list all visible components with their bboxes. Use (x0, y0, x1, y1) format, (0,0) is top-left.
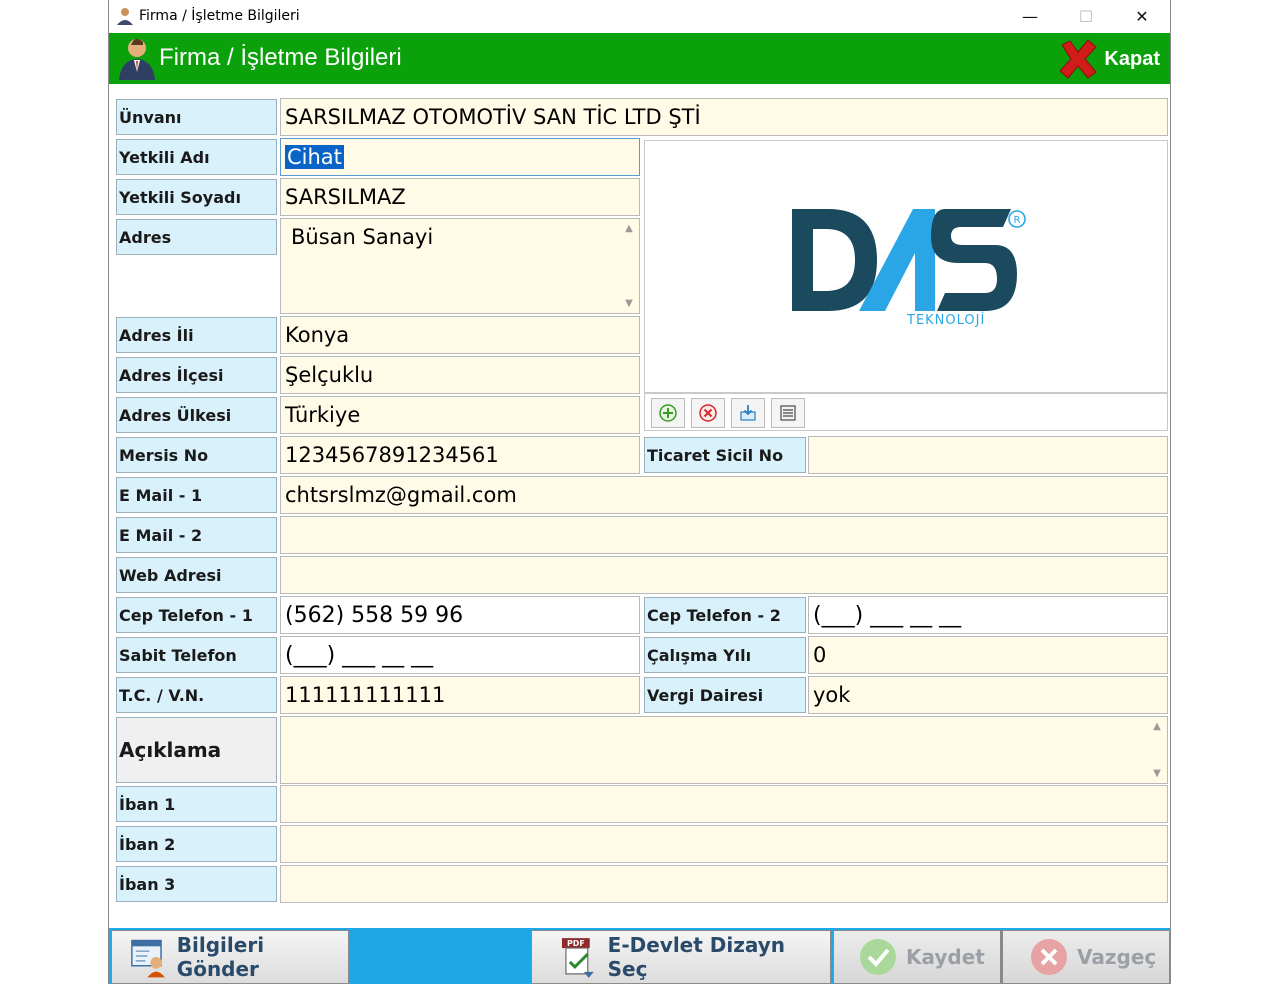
adres-ilcesi-field[interactable]: Şelçuklu (280, 356, 640, 394)
label-aciklama: Açıklama (116, 717, 277, 783)
picture-toolbar (644, 393, 1168, 431)
cep-telefon-1-field[interactable]: (562) 558 59 96 (280, 596, 640, 634)
email-1-field[interactable]: chtsrslmz@gmail.com (280, 476, 1168, 514)
adres-ili-field[interactable]: Konya (280, 316, 640, 354)
yetkili-soyadi-field[interactable]: SARSILMAZ (280, 178, 640, 216)
bilgileri-gonder-button[interactable]: Bilgileri Gönder (111, 930, 349, 984)
header-bar: Firma / İşletme Bilgileri Kapat (109, 33, 1170, 84)
cep-telefon-2-field[interactable]: (___) ___ __ __ (808, 596, 1168, 634)
iban-2-field[interactable] (280, 825, 1168, 863)
label-calisma-yili: Çalışma Yılı (644, 637, 806, 673)
load-icon (740, 405, 756, 421)
label-iban-1: İban 1 (116, 786, 277, 822)
label-iban-2: İban 2 (116, 826, 277, 862)
registered-mark: R (1014, 215, 1021, 226)
businessman-icon (119, 38, 155, 80)
edevlet-dizayn-sec-label: E-Devlet Dizayn Seç (607, 933, 786, 981)
sabit-telefon-field[interactable]: (___) ___ __ __ (280, 636, 640, 674)
adres-ulkesi-field[interactable]: Türkiye (280, 396, 640, 434)
email-2-field[interactable] (280, 516, 1168, 554)
label-unvan: Ünvanı (116, 99, 277, 135)
label-yetkili-adi: Yetkili Adı (116, 139, 277, 175)
adres-scrollbar[interactable]: ▲ ▼ (621, 223, 637, 309)
cancel-icon (1031, 939, 1067, 975)
vazgec-label: Vazgeç (1077, 945, 1157, 969)
label-email-1: E Mail - 1 (116, 477, 277, 513)
aciklama-scrollbar[interactable]: ▲ ▼ (1149, 721, 1165, 779)
add-icon (659, 404, 677, 422)
user-icon (117, 8, 133, 25)
minimize-icon: — (1022, 7, 1038, 26)
maximize-button[interactable]: ☐ (1058, 0, 1114, 33)
label-adres-ilcesi: Adres İlçesi (116, 357, 277, 393)
calisma-yili-field[interactable]: 0 (808, 636, 1168, 674)
minimize-button[interactable]: — (1002, 0, 1058, 33)
add-picture-button[interactable] (651, 398, 685, 428)
label-adres: Adres (116, 219, 277, 255)
scroll-up-icon: ▲ (625, 223, 633, 234)
close-icon: ✕ (1135, 7, 1149, 26)
iban-1-field[interactable] (280, 785, 1168, 823)
label-tc-vn: T.C. / V.N. (116, 677, 277, 713)
adres-field[interactable]: Büsan Sanayi ▲ ▼ (280, 218, 640, 314)
vergi-dairesi-field[interactable]: yok (808, 676, 1168, 714)
label-ticaret-sicil-no: Ticaret Sicil No (644, 437, 806, 473)
bottom-button-bar: Bilgileri Gönder PDF E-Devlet Dizayn Seç… (109, 928, 1170, 984)
delete-icon (699, 404, 717, 422)
scroll-up-icon: ▲ (1153, 721, 1161, 732)
aciklama-field[interactable]: ▲ ▼ (280, 716, 1168, 784)
label-vergi-dairesi: Vergi Dairesi (644, 677, 806, 713)
close-x-icon (1059, 39, 1098, 79)
das-logo: R TEKNOLOJİ (792, 209, 1026, 328)
kaydet-label: Kaydet (906, 945, 985, 969)
label-sabit-telefon: Sabit Telefon (116, 637, 277, 673)
adres-value: Büsan Sanayi (291, 225, 434, 249)
title-bar: Firma / İşletme Bilgileri — ☐ ✕ (109, 0, 1170, 33)
logo-subtitle: TEKNOLOJİ (906, 312, 985, 328)
header-title: Firma / İşletme Bilgileri (159, 44, 402, 71)
view-picture-button[interactable] (771, 398, 805, 428)
label-web-adresi: Web Adresi (116, 557, 277, 593)
label-adres-ili: Adres İli (116, 317, 277, 353)
delete-picture-button[interactable] (691, 398, 725, 428)
window-title: Firma / İşletme Bilgileri (139, 8, 300, 24)
logo-picture-box[interactable]: R TEKNOLOJİ (644, 140, 1168, 393)
scroll-down-icon: ▼ (625, 298, 633, 309)
yetkili-adi-value: Cihat (285, 145, 344, 169)
kapat-label: Kapat (1104, 47, 1160, 70)
label-cep-telefon-2: Cep Telefon - 2 (644, 597, 806, 633)
company-info-window: Firma / İşletme Bilgileri — ☐ ✕ Firma / … (108, 0, 1171, 984)
edevlet-dizayn-sec-button[interactable]: PDF E-Devlet Dizayn Seç (531, 930, 831, 984)
vazgec-button[interactable]: Vazgeç (1002, 930, 1170, 984)
label-email-2: E Mail - 2 (116, 517, 277, 553)
yetkili-adi-field[interactable]: Cihat (280, 138, 640, 176)
web-adresi-field[interactable] (280, 556, 1168, 594)
ticaret-sicil-no-field[interactable] (808, 436, 1168, 474)
send-info-icon (131, 939, 165, 978)
check-icon (860, 939, 896, 975)
unvan-field[interactable]: SARSILMAZ OTOMOTİV SAN TİC LTD ŞTİ (280, 98, 1168, 136)
kaydet-button[interactable]: Kaydet (833, 930, 1001, 984)
label-adres-ulkesi: Adres Ülkesi (116, 397, 277, 433)
load-picture-button[interactable] (731, 398, 765, 428)
tc-vn-field[interactable]: 111111111111 (280, 676, 640, 714)
label-cep-telefon-1: Cep Telefon - 1 (116, 597, 277, 633)
bilgileri-gonder-label: Bilgileri Gönder (176, 933, 265, 981)
kapat-button[interactable]: Kapat (1056, 37, 1160, 81)
iban-3-field[interactable] (280, 865, 1168, 903)
maximize-icon: ☐ (1078, 7, 1094, 26)
label-yetkili-soyadi: Yetkili Soyadı (116, 179, 277, 215)
svg-text:PDF: PDF (567, 939, 585, 948)
label-iban-3: İban 3 (116, 866, 277, 902)
label-mersis-no: Mersis No (116, 437, 277, 473)
mersis-no-field[interactable]: 1234567891234561 (280, 436, 640, 474)
pdf-icon: PDF (561, 938, 594, 978)
scroll-down-icon: ▼ (1153, 768, 1161, 779)
view-icon (780, 405, 796, 421)
close-window-button[interactable]: ✕ (1114, 0, 1170, 33)
